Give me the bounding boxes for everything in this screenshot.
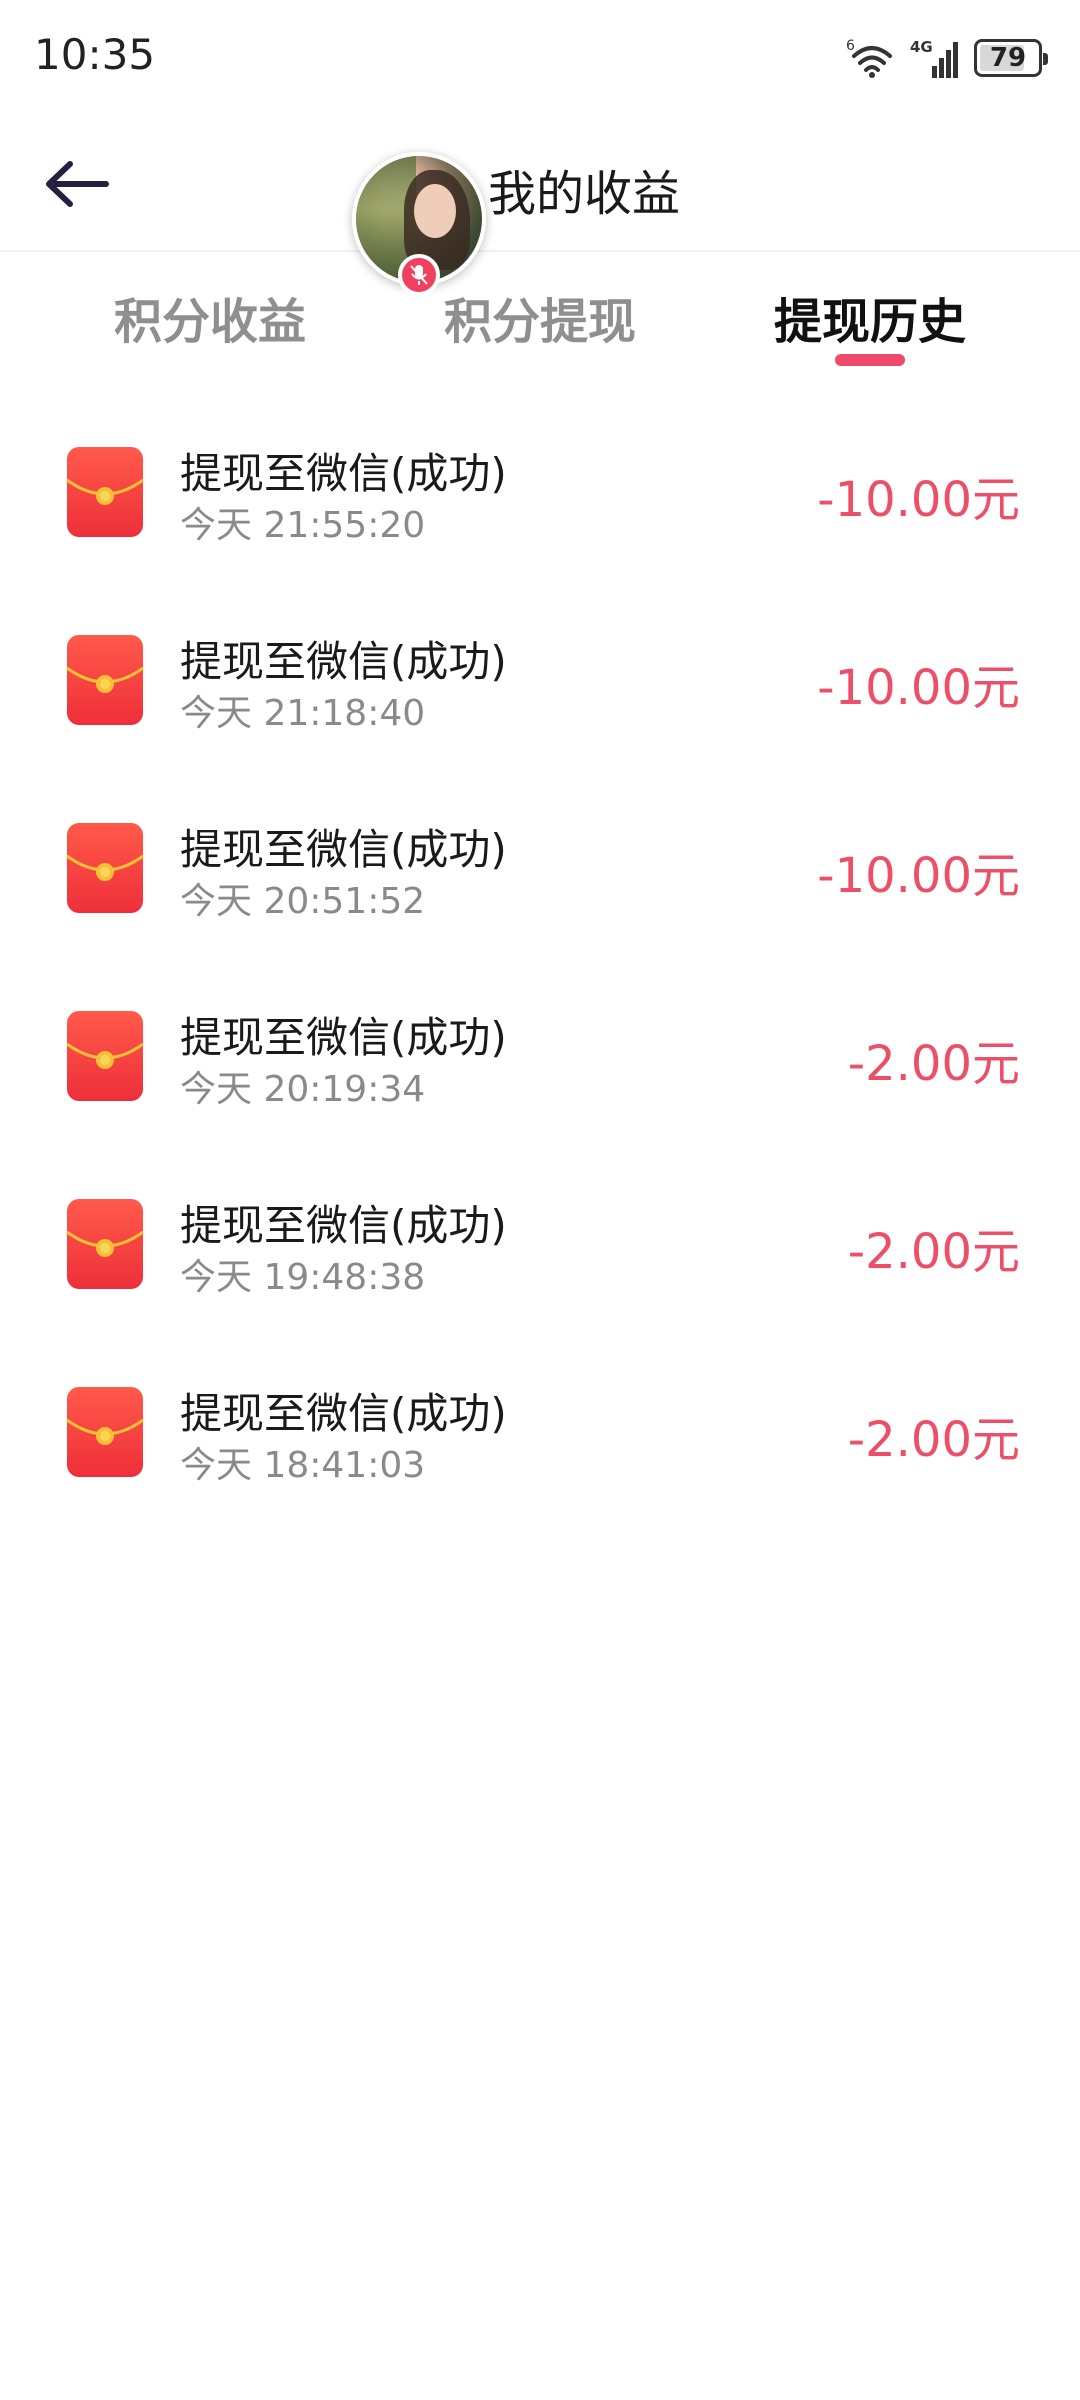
row-time: 今天 18:41:03 — [180, 1445, 426, 1486]
red-envelope-icon — [66, 1199, 144, 1289]
row-amount: -2.00元 — [847, 1224, 1020, 1280]
status-icons: 6 4G 79 — [846, 34, 1048, 82]
header: 我的收益 — [0, 118, 1080, 252]
red-envelope-icon — [66, 1011, 144, 1101]
row-time: 今天 20:51:52 — [180, 881, 426, 922]
svg-text:6: 6 — [846, 38, 855, 54]
status-time: 10:35 — [34, 30, 156, 79]
row-title: 提现至微信(成功) — [180, 1013, 507, 1062]
svg-text:4G: 4G — [910, 38, 933, 56]
tab-active-indicator — [835, 354, 905, 366]
tab-withdraw-history[interactable]: 提现历史 — [720, 282, 1020, 352]
row-amount: -2.00元 — [847, 1412, 1020, 1468]
list-item[interactable]: 提现至微信(成功) 今天 19:48:38 -2.00元 — [0, 1162, 1080, 1350]
list-item[interactable]: 提现至微信(成功) 今天 20:51:52 -10.00元 — [0, 786, 1080, 974]
tab-points-earnings[interactable]: 积分收益 — [60, 282, 360, 352]
row-title: 提现至微信(成功) — [180, 449, 507, 498]
row-amount: -10.00元 — [817, 660, 1020, 716]
tab-points-withdraw[interactable]: 积分提现 — [390, 282, 690, 352]
battery-icon: 79 — [974, 39, 1048, 77]
list-item[interactable]: 提现至微信(成功) 今天 21:18:40 -10.00元 — [0, 598, 1080, 786]
row-time: 今天 21:18:40 — [180, 693, 426, 734]
red-envelope-icon — [66, 1387, 144, 1477]
row-title: 提现至微信(成功) — [180, 637, 507, 686]
withdraw-history-list: 提现至微信(成功) 今天 21:55:20 -10.00元 提现至微信(成功) … — [0, 410, 1080, 1538]
row-amount: -10.00元 — [817, 472, 1020, 528]
row-title: 提现至微信(成功) — [180, 825, 507, 874]
status-bar: 10:35 6 4G 79 — [0, 0, 1080, 118]
tab-bar: 积分收益 积分提现 提现历史 — [0, 252, 1080, 382]
page-title: 我的收益 — [487, 166, 680, 222]
row-time: 今天 21:55:20 — [180, 505, 426, 546]
mic-muted-icon — [398, 254, 440, 296]
list-item[interactable]: 提现至微信(成功) 今天 18:41:03 -2.00元 — [0, 1350, 1080, 1538]
row-amount: -10.00元 — [817, 848, 1020, 904]
row-amount: -2.00元 — [847, 1036, 1020, 1092]
wifi-icon: 6 — [846, 38, 892, 78]
row-title: 提现至微信(成功) — [180, 1389, 507, 1438]
list-item[interactable]: 提现至微信(成功) 今天 20:19:34 -2.00元 — [0, 974, 1080, 1162]
list-item[interactable]: 提现至微信(成功) 今天 21:55:20 -10.00元 — [0, 410, 1080, 598]
red-envelope-icon — [66, 447, 144, 537]
signal-icon: 4G — [910, 38, 958, 78]
red-envelope-icon — [66, 823, 144, 913]
row-time: 今天 20:19:34 — [180, 1069, 426, 1110]
battery-level: 79 — [989, 43, 1027, 73]
row-time: 今天 19:48:38 — [180, 1257, 426, 1298]
red-envelope-icon — [66, 635, 144, 725]
row-title: 提现至微信(成功) — [180, 1201, 507, 1250]
